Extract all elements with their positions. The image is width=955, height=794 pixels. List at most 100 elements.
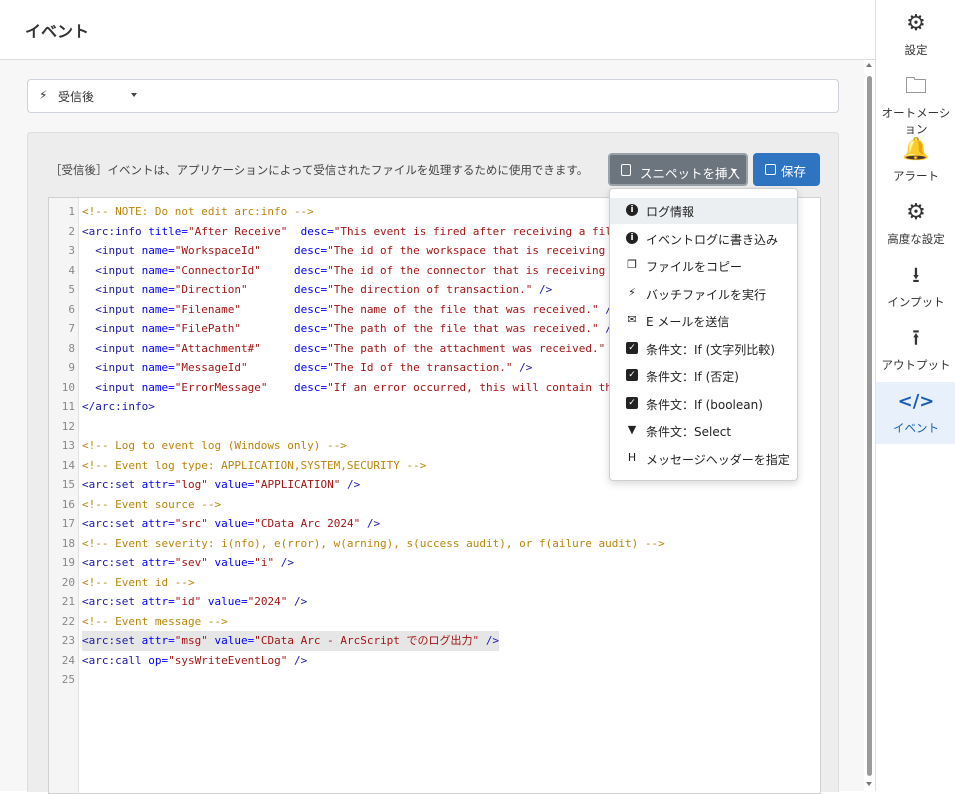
line-number: 13 [61, 439, 75, 452]
snippet-menu-item[interactable]: ❐ ファイルをコピー [610, 253, 797, 279]
code-token: /> [293, 595, 308, 608]
sidebar-item[interactable]: 🗀 オートメーション [876, 67, 955, 136]
code-token: title= [148, 224, 188, 238]
code-line[interactable]: 16 <!-- Event source --> [49, 495, 820, 515]
code-text: <arc:info title="After Receive" desc="Th… [82, 222, 625, 242]
code-text: <input name="ConnectorId" desc="The id o… [82, 261, 605, 281]
code-token: name= [141, 322, 175, 335]
code-text: </arc:info> [82, 397, 155, 417]
code-text: <arc:set attr="log" value="APPLICATION" … [82, 475, 360, 495]
snippet-menu-label: ログ情報 [646, 205, 695, 219]
code-token: <arc:info [82, 224, 149, 238]
right-sidebar: ⚙ 設定 🗀 オートメーション 🔔 アラート ⚙ 高度な設定 ⭳ インプット ⭱ アウトプット </> イ… [875, 0, 955, 791]
code-text: <!-- Event message --> [82, 612, 228, 632]
code-line[interactable]: 21 <arc:set attr="id" value="2024" /> [49, 592, 820, 612]
save-button[interactable]: 保存 [753, 153, 820, 186]
snippet-menu-item[interactable]: ✓ 条件文：If (否定) [610, 363, 797, 389]
code-line[interactable]: 23 <arc:set attr="msg" value="CData Arc -… [49, 631, 820, 651]
code-token: attr= [141, 517, 175, 530]
snippet-menu-item[interactable]: ✉ E メールを送信 [610, 308, 797, 334]
code-token: "ConnectorId" [174, 263, 294, 277]
sidebar-item[interactable]: ⭳ インプット [876, 256, 955, 318]
snippet-menu-item[interactable]: ⚡ バッチファイルを実行 [610, 281, 797, 307]
snippet-menu-item[interactable]: ✓ 条件文：If (文字列比較) [610, 336, 797, 362]
code-token: name= [141, 341, 175, 355]
snippet-menu-label: バッチファイルを実行 [646, 287, 767, 302]
code-token: <input [95, 263, 142, 277]
save-label: 保存 [781, 164, 807, 179]
code-token: value= [214, 478, 255, 491]
code-token: attr= [141, 634, 175, 647]
sidebar-item-label: 設定 [904, 43, 928, 57]
line-number: 11 [61, 400, 75, 413]
line-number: 6 [68, 302, 75, 316]
code-token: "The name of the file that was received.… [327, 302, 606, 316]
code-token: /> [280, 556, 294, 569]
code-line[interactable]: 19 <arc:set attr="sev" value="i" /> [49, 553, 820, 573]
line-number: 4 [68, 263, 75, 277]
code-token: name= [141, 302, 175, 316]
line-number: 25 [61, 673, 75, 686]
snippet-menu-label: E メールを送信 [646, 315, 730, 329]
code-line[interactable]: 24 <arc:call op="sysWriteEventLog" /> [49, 651, 820, 671]
save-icon [765, 164, 776, 175]
snippet-menu-item[interactable]: i イベントログに書き込み [610, 226, 797, 252]
sidebar-item[interactable]: 🔔 アラート [876, 130, 955, 192]
code-token: attr= [141, 595, 175, 608]
code-token: "The id of the connector that is receivi… [327, 263, 606, 277]
line-number: 22 [61, 614, 75, 628]
scrollbar-thumb[interactable] [867, 76, 872, 776]
code-token: desc= [300, 224, 334, 238]
sidebar-item[interactable]: ⚙ 設定 [876, 4, 955, 66]
line-number: 20 [61, 575, 75, 589]
sidebar-item[interactable]: ⭱ アウトプット [876, 319, 955, 381]
snippet-menu-item[interactable]: H メッセージヘッダーを指定 [610, 446, 797, 472]
code-token: "The direction of transaction." [327, 283, 539, 296]
sidebar-item[interactable]: </> イベント [876, 382, 955, 444]
code-token: "MessageId" [174, 361, 294, 374]
sidebar-item-label: イベント [893, 421, 939, 435]
sidebar-item[interactable]: ⚙ 高度な設定 [876, 193, 955, 255]
event-trigger-label: 受信後 [58, 90, 95, 104]
snippet-menu-label: ファイルをコピー [646, 260, 743, 274]
heading-icon: H [627, 450, 637, 464]
code-token: "After Receive" [187, 224, 301, 238]
line-number: 14 [61, 458, 75, 472]
code-line[interactable]: 22 <!-- Event message --> [49, 612, 820, 632]
code-text: <arc:set attr="id" value="2024" /> [82, 592, 307, 612]
check-square-icon: ✓ [626, 396, 638, 409]
code-token: value= [214, 517, 255, 530]
scroll-up-icon[interactable] [866, 63, 872, 67]
code-token: <input [95, 283, 142, 296]
code-token: /> [366, 517, 381, 530]
code-token: <input [95, 380, 142, 394]
check-square-icon: ✓ [626, 341, 638, 354]
sidebar-item-label: アウトプット [881, 358, 951, 372]
chevron-down-icon [731, 169, 737, 173]
snippet-menu-item[interactable]: ✓ 条件文：If (boolean) [610, 391, 797, 417]
code-token: <!-- Event severity: i(nfo), e(rror), w(… [82, 536, 665, 550]
scroll-down-icon[interactable] [866, 782, 872, 786]
event-trigger-select[interactable]: ⚡ 受信後 [27, 79, 839, 113]
code-line[interactable]: 18 <!-- Event severity: i(nfo), e(rror), … [49, 534, 820, 554]
line-number: 18 [61, 536, 75, 550]
page-header: イベント [0, 0, 875, 60]
code-text: <!-- Log to event log (Windows only) --> [82, 436, 347, 456]
code-token: "ErrorMessage" [174, 380, 294, 394]
code-line[interactable]: 25 [49, 670, 820, 690]
line-number: 10 [61, 380, 75, 394]
line-number: 7 [68, 322, 75, 335]
code-text: <!-- Event id --> [82, 573, 195, 593]
code-line[interactable]: 20 <!-- Event id --> [49, 573, 820, 593]
insert-snippet-button[interactable]: スニペットを挿入 [608, 153, 748, 186]
snippet-menu-item[interactable]: ▼ 条件文：Select [610, 418, 797, 444]
info-icon: i [626, 204, 638, 216]
line-number: 21 [61, 595, 75, 608]
line-number: 2 [68, 224, 75, 238]
line-number: 16 [61, 497, 75, 511]
code-line[interactable]: 17 <arc:set attr="src" value="CData Arc 2… [49, 514, 820, 534]
snippet-menu-item[interactable]: i ログ情報 [610, 198, 797, 224]
code-token: "FilePath" [174, 322, 294, 335]
event-description: ［受信後］イベントは、アプリケーションによって受信されたファイルを処理するために… [50, 163, 589, 177]
